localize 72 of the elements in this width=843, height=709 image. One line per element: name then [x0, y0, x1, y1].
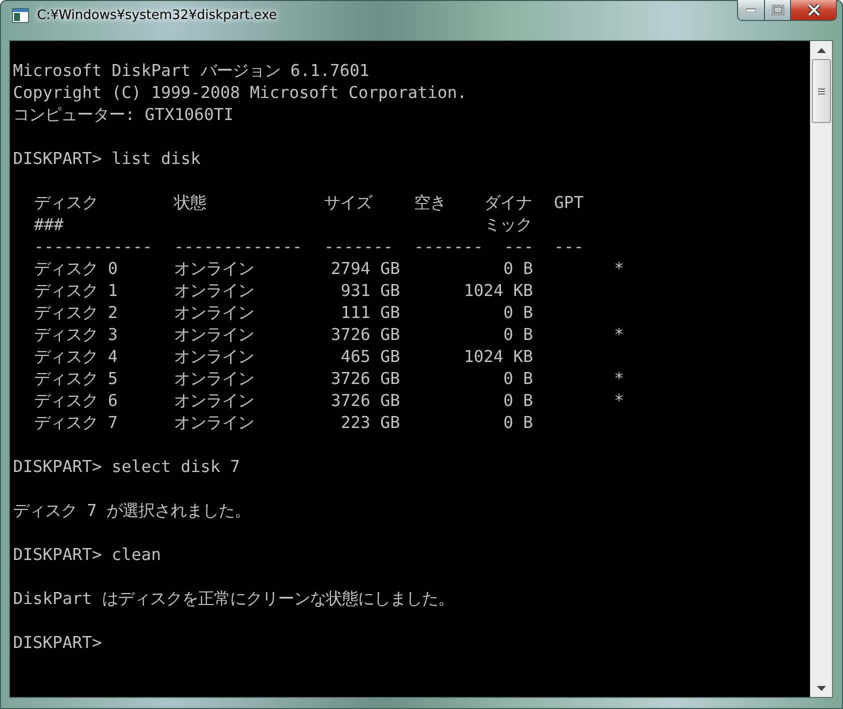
table-cell-text: ディスク 4	[34, 346, 119, 368]
column-header: ###	[34, 214, 65, 236]
table-cell-text: 0 B	[502, 302, 533, 324]
console-window-icon	[12, 8, 29, 23]
console-line: DISKPART>	[13, 632, 102, 654]
table-cell-text: オンライン	[174, 324, 255, 346]
column-rule: ---	[504, 236, 535, 258]
table-cell-text: 3726 GB	[330, 390, 400, 412]
table-cell-text: ディスク 7	[34, 412, 119, 434]
table-cell-text: 0 B	[502, 390, 533, 412]
table-cell-text: ディスク 6	[34, 390, 119, 412]
grip-icon	[818, 88, 825, 94]
table-cell-text: *	[613, 258, 624, 280]
console-line: コンピューター: GTX1060TI	[13, 104, 234, 126]
table-cell-text: オンライン	[174, 258, 255, 280]
table-cell-text: *	[613, 390, 624, 412]
maximize-icon	[772, 5, 784, 15]
table-cell-text: 0 B	[502, 412, 533, 434]
column-header: ダイナ	[484, 192, 533, 214]
column-rule: -------	[414, 236, 484, 258]
table-cell-text: 1024 KB	[462, 280, 533, 302]
table-cell-text: オンライン	[174, 412, 255, 434]
up-arrow-icon	[817, 48, 826, 52]
table-cell-text: 0 B	[502, 324, 533, 346]
window-title: C:¥Windows¥system32¥diskpart.exe	[37, 8, 277, 23]
console-line: Microsoft DiskPart バージョン 6.1.7601	[13, 60, 370, 82]
column-header: ミック	[484, 214, 533, 236]
column-rule: ------------	[34, 236, 154, 258]
table-cell-text: *	[613, 368, 624, 390]
column-header: ディスク	[34, 192, 99, 214]
column-header: 空き	[414, 192, 447, 214]
column-header: GPT	[554, 192, 585, 214]
table-cell-text: オンライン	[174, 280, 255, 302]
table-cell-text: オンライン	[174, 302, 255, 324]
table-cell-text: ディスク 0	[34, 258, 119, 280]
table-cell-text: *	[613, 324, 624, 346]
column-header: サイズ	[324, 192, 374, 214]
table-cell-text: オンライン	[174, 346, 255, 368]
table-cell-text: ディスク 2	[34, 302, 119, 324]
table-cell-text: 0 B	[502, 258, 533, 280]
console-line: DiskPart はディスクを正常にクリーンな状態にしました。	[13, 588, 454, 610]
table-cell-text: 1024 KB	[462, 346, 533, 368]
console-line: ディスク 7 が選択されました。	[13, 500, 251, 522]
table-cell-text: 2794 GB	[330, 258, 400, 280]
minimize-button[interactable]	[738, 0, 764, 20]
close-icon	[806, 4, 820, 16]
console-line: DISKPART> clean	[13, 544, 162, 566]
maximize-button[interactable]	[764, 0, 790, 20]
console-line: DISKPART> list disk	[13, 148, 200, 170]
down-arrow-icon	[817, 686, 826, 690]
table-cell-text: オンライン	[174, 390, 255, 412]
table-cell-text: 0 B	[502, 368, 533, 390]
column-rule: -------	[324, 236, 394, 258]
console-line: DISKPART> select disk 7	[13, 456, 240, 478]
scroll-thumb[interactable]	[812, 59, 831, 123]
minimize-icon	[746, 8, 756, 12]
table-cell-text: オンライン	[174, 368, 255, 390]
table-cell-text: 931 GB	[340, 280, 400, 302]
table-cell-text: ディスク 5	[34, 368, 119, 390]
scrollbar[interactable]	[810, 41, 832, 697]
column-rule: ---	[554, 236, 585, 258]
table-cell-text: ディスク 1	[34, 280, 119, 302]
column-header: 状態	[174, 192, 207, 214]
table-cell-text: 3726 GB	[330, 324, 400, 346]
table-cell-text: 223 GB	[340, 412, 400, 434]
console-line: Copyright (C) 1999-2008 Microsoft Corporation.	[13, 82, 467, 104]
column-rule: -------------	[174, 236, 304, 258]
table-cell-text: 3726 GB	[330, 368, 400, 390]
table-cell-text: ディスク 3	[34, 324, 119, 346]
table-cell-text: 111 GB	[340, 302, 400, 324]
table-cell-text: 465 GB	[340, 346, 400, 368]
close-button[interactable]	[790, 0, 836, 20]
